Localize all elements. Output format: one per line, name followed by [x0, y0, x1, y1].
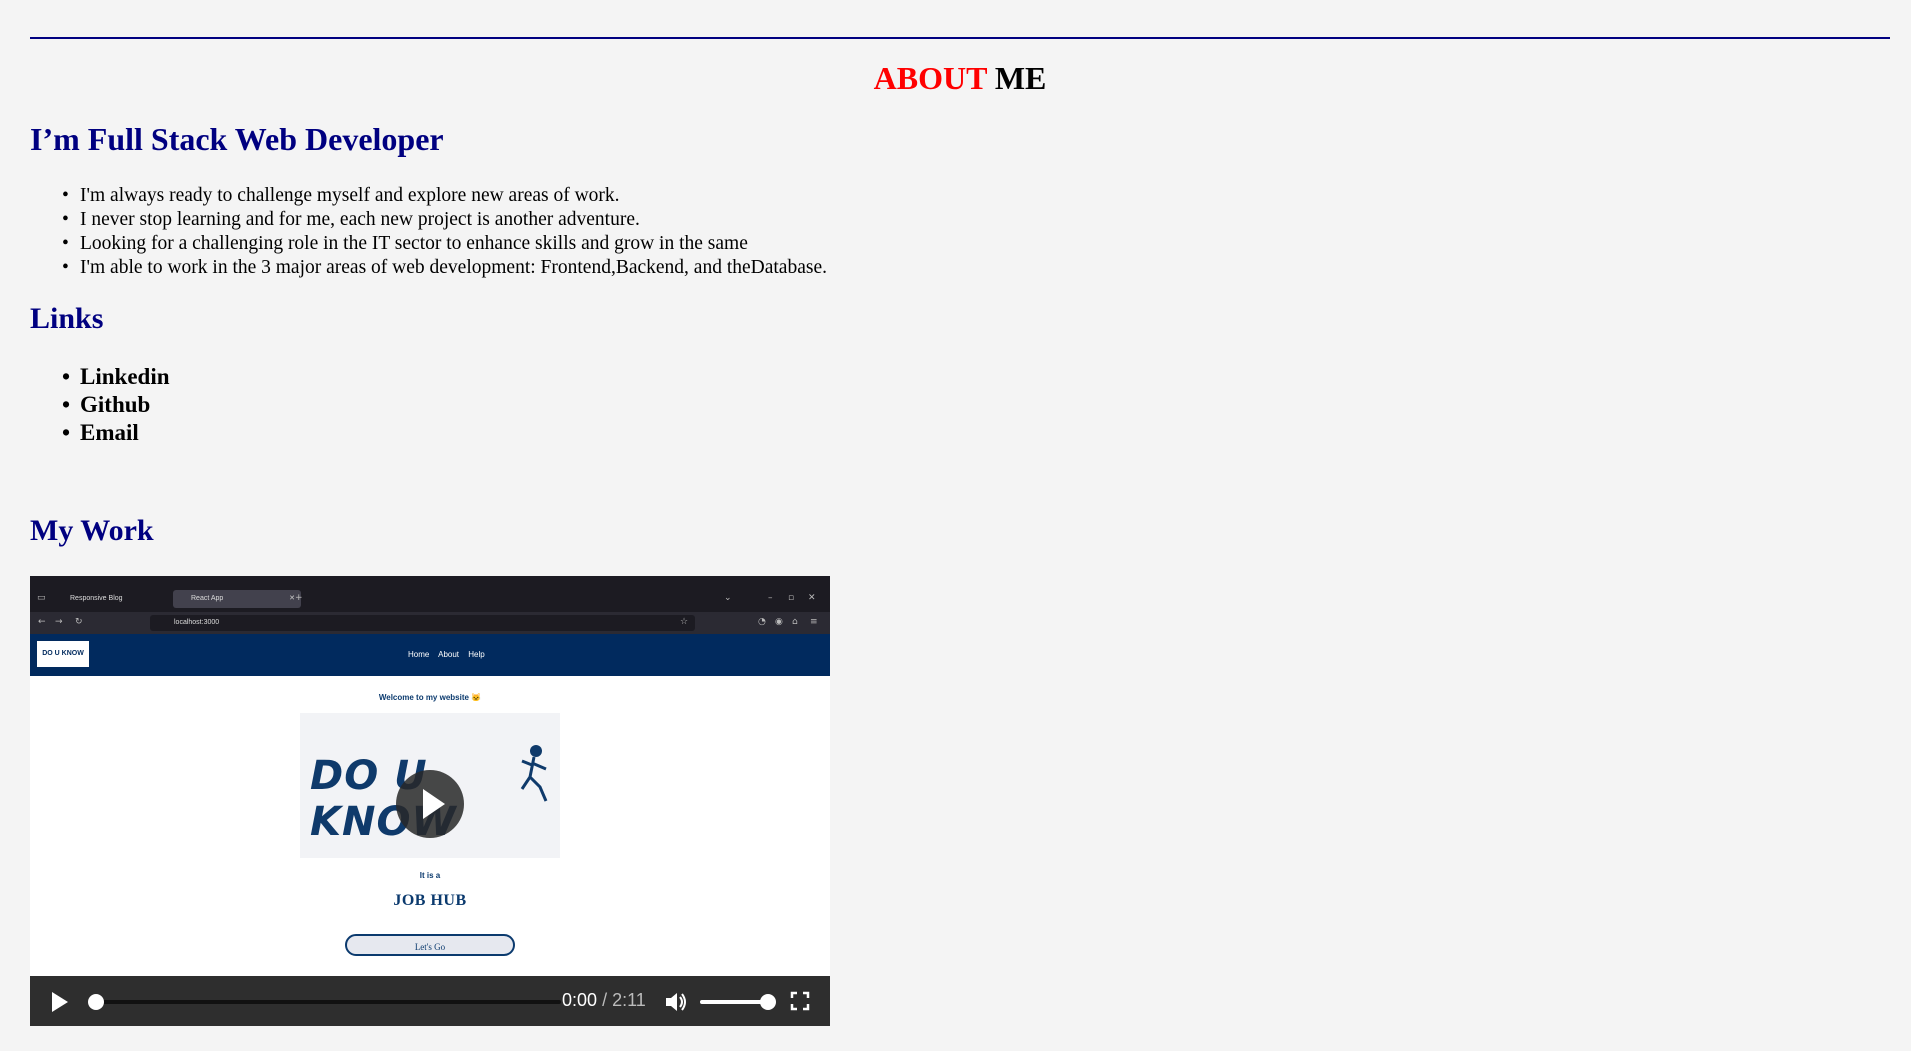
reload-icon: ↻	[75, 617, 83, 627]
welcome-text: Welcome to my website 🐱	[378, 693, 482, 702]
video-player[interactable]: ▭ Responsive Blog✕ React App✕ + ⌄ – ▫ ✕ …	[30, 576, 830, 1026]
shield-icon: ◔	[758, 617, 766, 627]
title-me: ME	[994, 60, 1047, 96]
chevron-down-icon: ⌄	[724, 593, 732, 603]
app-menu-item: Help	[468, 650, 485, 659]
fullscreen-icon[interactable]	[790, 991, 810, 1011]
app-menu: Home About Help	[408, 634, 492, 676]
app-menu-item: About	[438, 650, 460, 659]
seek-handle[interactable]	[88, 994, 104, 1010]
list-item: Linkedin	[62, 363, 170, 391]
email-link[interactable]: Email	[80, 420, 139, 445]
browser-tab-active: React App ✕	[173, 590, 301, 608]
duration: / 2:11	[602, 990, 646, 1010]
forward-arrow-icon: →	[55, 617, 63, 627]
play-overlay-button[interactable]	[396, 770, 464, 838]
plus-icon: +	[295, 593, 303, 603]
star-icon: ☆	[680, 617, 689, 627]
list-item: I'm able to work in the 3 major areas of…	[62, 256, 827, 280]
tab-label: Responsive Blog	[70, 595, 123, 602]
list-item: I'm always ready to challenge myself and…	[62, 184, 827, 208]
minimize-icon: –	[768, 593, 773, 603]
tab-list-icon: ▭	[37, 593, 46, 603]
page-title: ABOUT ME	[0, 60, 1911, 97]
progress-track[interactable]	[95, 1000, 561, 1004]
browser-tabbar: ▭ Responsive Blog✕ React App✕ + ⌄ – ▫ ✕	[30, 576, 830, 612]
current-time: 0:00	[562, 990, 598, 1010]
restore-icon: ▫	[788, 593, 795, 603]
app-navbar: DO U KNOW Home About Help	[30, 634, 830, 676]
intro-list: I'm always ready to challenge myself and…	[62, 184, 827, 280]
url-field: localhost:3000	[150, 615, 695, 631]
menu-icon: ≡	[810, 617, 818, 627]
work-heading: My Work	[30, 514, 154, 547]
tab-label: React App	[191, 595, 224, 602]
list-item: Github	[62, 391, 170, 419]
app-logo: DO U KNOW	[37, 641, 89, 667]
links-heading: Links	[30, 302, 104, 335]
play-button[interactable]	[52, 992, 68, 1012]
back-arrow-icon: ←	[38, 617, 46, 627]
runner-icon	[520, 745, 548, 802]
browser-tab: Responsive Blog✕	[52, 590, 190, 608]
lets-go-button: Let's Go	[345, 934, 515, 956]
time-display: 0:00 / 2:11	[562, 990, 646, 1011]
linkedin-link[interactable]: Linkedin	[80, 364, 170, 389]
top-divider	[30, 37, 1890, 39]
video-frame[interactable]: ▭ Responsive Blog✕ React App✕ + ⌄ – ▫ ✕ …	[30, 576, 830, 976]
list-item: I never stop learning and for me, each n…	[62, 208, 827, 232]
links-list: Linkedin Github Email	[62, 363, 170, 447]
github-link[interactable]: Github	[80, 392, 150, 417]
account-icon: ◉	[775, 617, 783, 627]
it-is-a-text: It is a	[419, 871, 441, 880]
app-menu-item: Home	[408, 650, 430, 659]
job-hub-text: JOB HUB	[393, 892, 467, 909]
close-window-icon: ✕	[808, 593, 816, 603]
list-item: Email	[62, 419, 170, 447]
extensions-icon: ⌂	[792, 617, 798, 627]
list-item: Looking for a challenging role in the IT…	[62, 232, 827, 256]
intro-heading: I’m Full Stack Web Developer	[30, 121, 444, 157]
volume-handle[interactable]	[760, 994, 776, 1010]
video-controls: 0:00 / 2:11	[30, 976, 830, 1026]
volume-icon[interactable]	[664, 991, 688, 1013]
title-about: ABOUT	[873, 60, 987, 96]
browser-urlbar: ← → ↻ localhost:3000 ☆ ◔ ◉ ⌂ ≡	[30, 612, 830, 634]
